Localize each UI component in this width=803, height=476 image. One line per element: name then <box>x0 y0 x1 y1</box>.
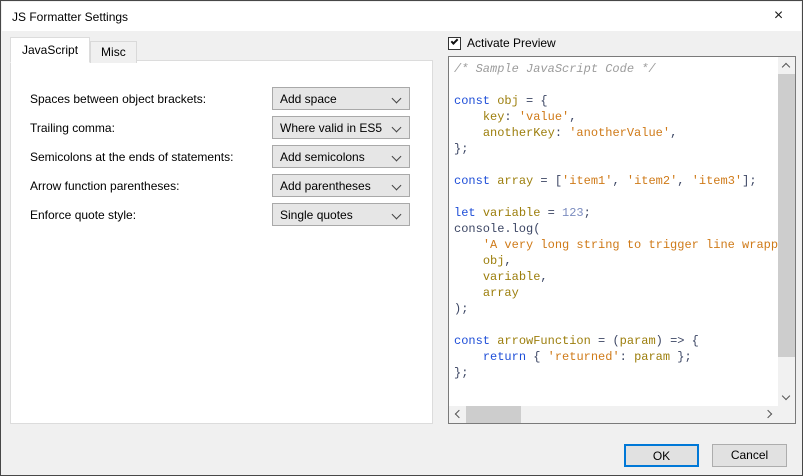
setting-row: Trailing comma: Where valid in ES5 <box>30 116 410 139</box>
chevron-down-icon <box>392 181 402 191</box>
code-line <box>454 189 778 205</box>
titlebar: JS Formatter Settings × <box>2 2 801 31</box>
window-title: JS Formatter Settings <box>12 10 128 24</box>
cancel-button[interactable]: Cancel <box>712 444 787 467</box>
code-line <box>454 77 778 93</box>
setting-dropdown[interactable]: Add parentheses <box>272 174 410 197</box>
dropdown-selected-value: Single quotes <box>280 208 353 222</box>
code-line: return { 'returned': param }; <box>454 349 778 365</box>
dropdown-selected-value: Where valid in ES5 <box>280 121 382 135</box>
tab-strip: JavaScript Misc <box>10 39 137 63</box>
code-line <box>454 317 778 333</box>
chevron-down-icon <box>392 123 402 133</box>
code-line: }; <box>454 365 778 381</box>
code-line: console.log( <box>454 221 778 237</box>
scrollbar-corner <box>778 406 795 423</box>
code-line <box>454 157 778 173</box>
horizontal-scrollbar[interactable] <box>449 406 778 423</box>
setting-dropdown[interactable]: Add semicolons <box>272 145 410 168</box>
scroll-down-icon[interactable] <box>778 389 795 406</box>
code-line: array <box>454 285 778 301</box>
setting-row: Spaces between object brackets: Add space <box>30 87 410 110</box>
chevron-down-icon <box>392 152 402 162</box>
activate-preview-label: Activate Preview <box>467 36 556 50</box>
code-line: key: 'value', <box>454 109 778 125</box>
js-formatter-settings-dialog: JS Formatter Settings × JavaScript Misc … <box>0 0 803 476</box>
setting-row: Enforce quote style: Single quotes <box>30 203 410 226</box>
setting-label: Spaces between object brackets: <box>30 92 272 106</box>
code-line: /* Sample JavaScript Code */ <box>454 61 778 77</box>
vertical-scrollbar[interactable] <box>778 57 795 406</box>
settings-form: Spaces between object brackets: Add space… <box>30 87 410 232</box>
code-preview-box: /* Sample JavaScript Code */ const obj =… <box>448 56 796 424</box>
code-line: 'A very long string to trigger line wrap… <box>454 237 778 253</box>
setting-label: Trailing comma: <box>30 121 272 135</box>
dropdown-selected-value: Add parentheses <box>280 179 371 193</box>
code-line: let variable = 123; <box>454 205 778 221</box>
setting-dropdown[interactable]: Where valid in ES5 <box>272 116 410 139</box>
check-icon <box>451 37 459 45</box>
setting-dropdown[interactable]: Single quotes <box>272 203 410 226</box>
code-line: const obj = { <box>454 93 778 109</box>
code-line: const arrowFunction = (param) => { <box>454 333 778 349</box>
scroll-left-icon[interactable] <box>449 406 466 423</box>
code-line: variable, <box>454 269 778 285</box>
ok-button[interactable]: OK <box>624 444 699 467</box>
code-line: }; <box>454 141 778 157</box>
tab-page-javascript: Spaces between object brackets: Add space… <box>10 60 433 424</box>
setting-row: Semicolons at the ends of statements: Add… <box>30 145 410 168</box>
setting-label: Enforce quote style: <box>30 208 272 222</box>
chevron-down-icon <box>392 94 402 104</box>
close-icon[interactable]: × <box>756 2 801 31</box>
code-preview: /* Sample JavaScript Code */ const obj =… <box>449 57 778 406</box>
horizontal-scrollbar-thumb[interactable] <box>466 406 521 423</box>
setting-label: Semicolons at the ends of statements: <box>30 150 272 164</box>
vertical-scrollbar-thumb[interactable] <box>778 74 795 357</box>
scroll-right-icon[interactable] <box>761 406 778 423</box>
chevron-down-icon <box>392 210 402 220</box>
code-line: obj, <box>454 253 778 269</box>
setting-dropdown[interactable]: Add space <box>272 87 410 110</box>
checkbox-icon[interactable] <box>448 37 461 50</box>
scroll-up-icon[interactable] <box>778 57 795 74</box>
setting-label: Arrow function parentheses: <box>30 179 272 193</box>
setting-row: Arrow function parentheses: Add parenthes… <box>30 174 410 197</box>
tab-javascript[interactable]: JavaScript <box>10 37 90 63</box>
code-line: anotherKey: 'anotherValue', <box>454 125 778 141</box>
tab-misc[interactable]: Misc <box>90 41 137 63</box>
code-line: const array = ['item1', 'item2', 'item3'… <box>454 173 778 189</box>
code-line: ); <box>454 301 778 317</box>
dropdown-selected-value: Add space <box>280 92 337 106</box>
activate-preview-checkbox[interactable]: Activate Preview <box>448 36 556 50</box>
dropdown-selected-value: Add semicolons <box>280 150 365 164</box>
